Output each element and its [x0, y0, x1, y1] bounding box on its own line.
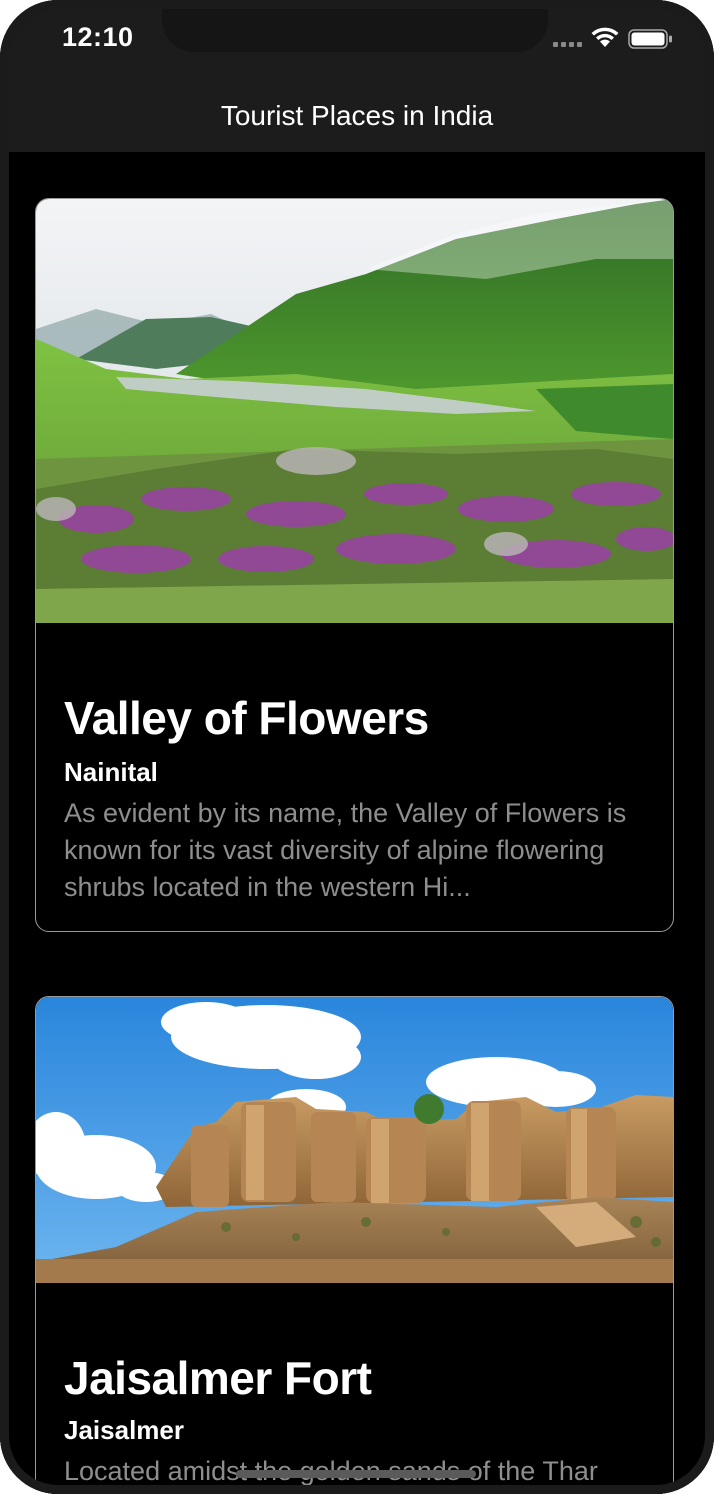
- cellular-signal-icon: [553, 42, 582, 47]
- place-location: Jaisalmer: [64, 1415, 184, 1445]
- place-location: Nainital: [64, 757, 158, 787]
- wifi-icon: [591, 27, 619, 47]
- battery-icon: [628, 29, 672, 49]
- places-list[interactable]: Valley of Flowers Nainital As evident by…: [0, 152, 714, 1494]
- device-notch: [162, 0, 548, 52]
- valley-of-flowers-image: [36, 199, 673, 623]
- status-bar: 12:10: [0, 0, 714, 80]
- phone-screen: 12:10 Tourist Places in India Valley of …: [0, 0, 714, 1494]
- place-card-jaisalmer-fort[interactable]: Jaisalmer Fort Jaisalmer Located amidst …: [35, 996, 674, 1494]
- place-card-valley-of-flowers[interactable]: Valley of Flowers Nainital As evident by…: [35, 198, 674, 932]
- home-indicator[interactable]: [236, 1470, 476, 1478]
- place-title: Jaisalmer Fort: [64, 1352, 372, 1404]
- status-time: 12:10: [62, 22, 134, 52]
- jaisalmer-fort-image: [36, 997, 673, 1283]
- place-description: As evident by its name, the Valley of Fl…: [64, 798, 627, 902]
- page-title: Tourist Places in India: [220, 100, 494, 131]
- navigation-bar: Tourist Places in India: [0, 80, 714, 152]
- place-title: Valley of Flowers: [64, 692, 429, 744]
